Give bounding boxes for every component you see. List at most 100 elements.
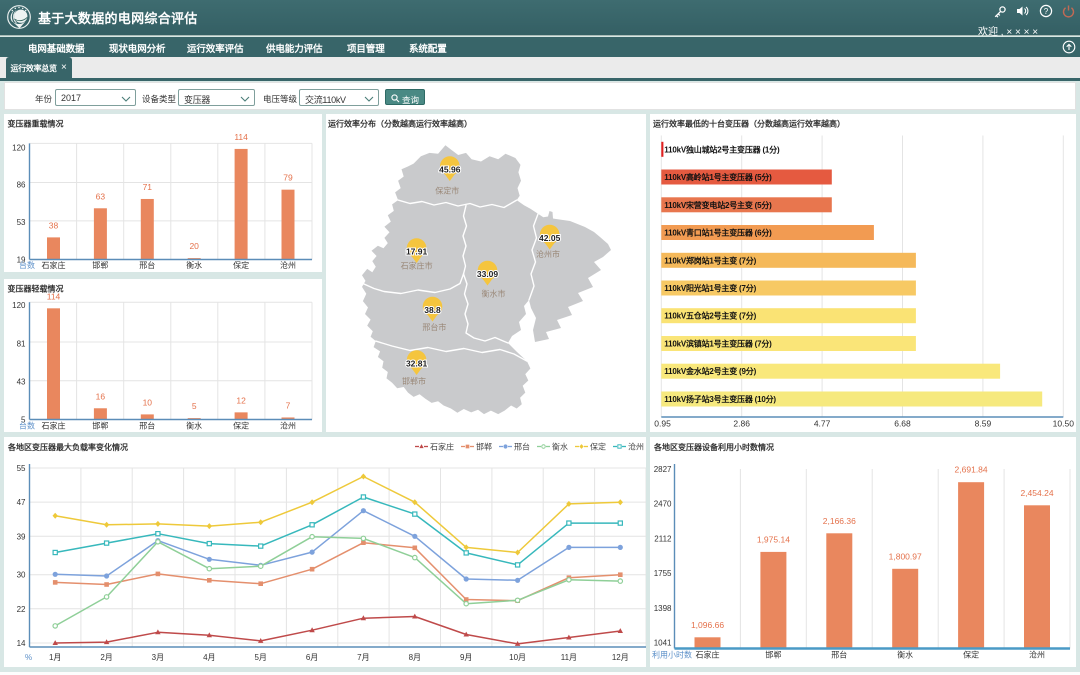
svg-text:?: ? — [1044, 7, 1049, 16]
svg-text:石家庄: 石家庄 — [42, 421, 66, 431]
svg-text:12月: 12月 — [612, 653, 629, 662]
svg-text:2470: 2470 — [654, 500, 672, 509]
svg-text:0.95: 0.95 — [654, 419, 671, 429]
svg-text:7月: 7月 — [357, 653, 369, 662]
svg-text:110kV金水站2号主变 (9分): 110kV金水站2号主变 (9分) — [664, 366, 756, 376]
svg-text:1041: 1041 — [654, 639, 672, 648]
svg-text:55: 55 — [17, 464, 26, 473]
svg-text:1月: 1月 — [49, 653, 61, 662]
svg-text:16: 16 — [96, 391, 106, 401]
svg-text:42.05: 42.05 — [539, 233, 561, 243]
svg-text:6.68: 6.68 — [894, 419, 911, 429]
svg-text:各地区变压器最大负载率变化情况: 各地区变压器最大负载率变化情况 — [7, 442, 128, 452]
svg-text:2,454.24: 2,454.24 — [1020, 488, 1053, 498]
svg-text:衡水: 衡水 — [552, 442, 568, 452]
svg-text:6月: 6月 — [306, 653, 318, 662]
svg-text:邢台: 邢台 — [514, 442, 530, 452]
svg-text:1398: 1398 — [654, 604, 672, 613]
svg-text:沧州: 沧州 — [628, 442, 644, 452]
svg-text:45.96: 45.96 — [439, 164, 461, 174]
svg-text:8.59: 8.59 — [975, 419, 992, 429]
svg-text:120: 120 — [12, 301, 26, 310]
svg-text:14: 14 — [17, 639, 26, 648]
svg-text:33.09: 33.09 — [477, 269, 499, 279]
svg-text:邯郸: 邯郸 — [476, 442, 492, 452]
svg-text:10月: 10月 — [509, 653, 526, 662]
svg-text:邯郸: 邯郸 — [92, 421, 108, 431]
svg-text:22: 22 — [17, 605, 26, 614]
svg-text:石家庄: 石家庄 — [430, 442, 454, 452]
svg-text:衡水: 衡水 — [186, 260, 202, 270]
svg-text:2,166.36: 2,166.36 — [823, 516, 856, 526]
svg-text:沧州: 沧州 — [280, 260, 296, 270]
svg-text:20: 20 — [189, 241, 199, 251]
svg-text:63: 63 — [96, 191, 106, 201]
svg-text:石家庄市: 石家庄市 — [401, 261, 433, 271]
svg-text:1755: 1755 — [654, 569, 672, 578]
svg-text:2827: 2827 — [654, 465, 672, 474]
svg-text:邯郸: 邯郸 — [92, 260, 108, 270]
svg-text:110kV滨镇站1号主变压器 (7分): 110kV滨镇站1号主变压器 (7分) — [664, 339, 772, 349]
svg-text:3月: 3月 — [152, 653, 164, 662]
svg-text:邢台: 邢台 — [139, 421, 155, 431]
svg-text:2.86: 2.86 — [733, 419, 750, 429]
svg-text:32.81: 32.81 — [406, 358, 428, 368]
svg-text:11月: 11月 — [561, 653, 577, 662]
svg-text:110kV宋营变电站2号主变 (5分): 110kV宋营变电站2号主变 (5分) — [664, 200, 772, 210]
svg-text:%: % — [25, 653, 32, 662]
svg-text:47: 47 — [17, 498, 26, 507]
svg-text:沧州: 沧州 — [1029, 650, 1045, 660]
svg-text:衡水: 衡水 — [897, 650, 913, 660]
svg-text:邢台: 邢台 — [831, 650, 847, 660]
svg-text:39: 39 — [17, 532, 26, 541]
svg-text:保定: 保定 — [233, 421, 249, 431]
svg-text:110kV扬子站3号主变压器 (10分): 110kV扬子站3号主变压器 (10分) — [664, 394, 776, 404]
svg-text:7: 7 — [286, 400, 291, 410]
svg-text:110kV五仓站2号主变 (7分): 110kV五仓站2号主变 (7分) — [664, 311, 756, 321]
svg-text:变压器重载情况: 变压器重载情况 — [8, 119, 64, 129]
svg-text:台数: 台数 — [19, 421, 35, 431]
svg-text:120: 120 — [12, 144, 26, 153]
svg-text:8月: 8月 — [409, 653, 421, 662]
svg-text:运行效率分布（分数越高运行效率越高）: 运行效率分布（分数越高运行效率越高） — [328, 119, 472, 129]
svg-text:1,096.66: 1,096.66 — [691, 620, 724, 630]
svg-text:81: 81 — [17, 340, 26, 349]
svg-text:邯郸: 邯郸 — [765, 650, 781, 660]
svg-text:2,691.84: 2,691.84 — [955, 465, 988, 475]
svg-text:114: 114 — [234, 132, 248, 142]
svg-text:1,975.14: 1,975.14 — [757, 534, 790, 544]
svg-text:30: 30 — [17, 571, 26, 580]
svg-text:38.8: 38.8 — [424, 305, 441, 315]
svg-text:保定: 保定 — [590, 442, 606, 452]
svg-text:保定: 保定 — [233, 260, 249, 270]
svg-text:38: 38 — [49, 220, 59, 230]
svg-text:邢台市: 邢台市 — [422, 322, 446, 332]
svg-text:114: 114 — [47, 291, 61, 301]
svg-text:2112: 2112 — [654, 535, 672, 544]
svg-text:9月: 9月 — [460, 653, 472, 662]
svg-text:86: 86 — [17, 181, 26, 190]
svg-text:沧州市: 沧州市 — [536, 249, 560, 259]
svg-text:110kV郑岗站1号主变 (7分): 110kV郑岗站1号主变 (7分) — [664, 255, 756, 265]
svg-text:5: 5 — [192, 401, 197, 411]
svg-text:石家庄: 石家庄 — [42, 260, 66, 270]
svg-text:沧州: 沧州 — [280, 421, 296, 431]
svg-text:4月: 4月 — [203, 653, 215, 662]
svg-text:53: 53 — [17, 218, 26, 227]
svg-text:17.91: 17.91 — [406, 246, 428, 256]
svg-text:71: 71 — [143, 182, 153, 192]
svg-text:衡水市: 衡水市 — [482, 289, 506, 299]
svg-text:石家庄: 石家庄 — [696, 650, 720, 660]
svg-text:各地区变压器设备利用小时数情况: 各地区变压器设备利用小时数情况 — [653, 442, 774, 452]
svg-text:邯郸市: 邯郸市 — [402, 376, 426, 386]
svg-text:110kV独山城站2号主变压器 (1分): 110kV独山城站2号主变压器 (1分) — [664, 144, 780, 154]
svg-text:79: 79 — [283, 173, 293, 183]
svg-text:110kV阳光站1号主变 (7分): 110kV阳光站1号主变 (7分) — [664, 283, 756, 293]
svg-text:2月: 2月 — [100, 653, 112, 662]
svg-text:4.77: 4.77 — [814, 419, 831, 429]
svg-text:衡水: 衡水 — [186, 421, 202, 431]
svg-text:台数: 台数 — [19, 260, 35, 270]
svg-text:1,800.97: 1,800.97 — [889, 551, 922, 561]
svg-text:110kV高岭站1号主变压器 (5分): 110kV高岭站1号主变压器 (5分) — [664, 172, 772, 182]
svg-text:10: 10 — [143, 397, 153, 407]
